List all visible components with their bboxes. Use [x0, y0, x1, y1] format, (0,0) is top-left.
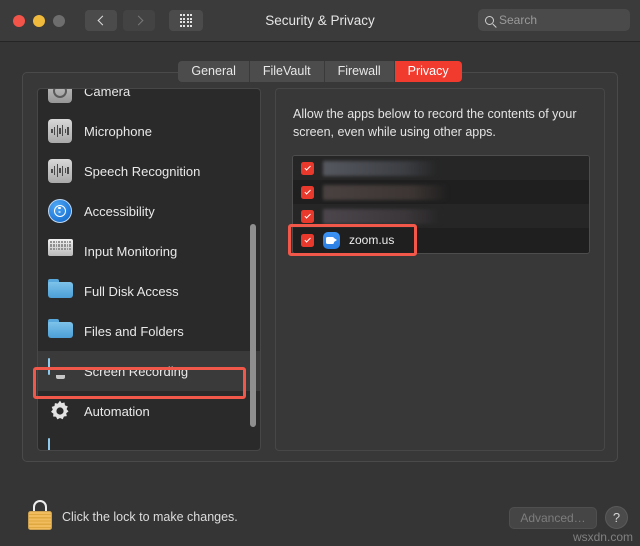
- advanced-button: Advanced…: [509, 507, 597, 529]
- gear-icon: [48, 399, 73, 424]
- camera-icon: [48, 89, 73, 104]
- sidebar-item-full-disk-access[interactable]: Full Disk Access: [38, 271, 260, 311]
- sidebar-item-label: Camera: [84, 88, 131, 99]
- preferences-content: Camera Microphone Speech Recognition Acc…: [22, 72, 618, 462]
- folder-icon: [48, 279, 73, 304]
- accessibility-icon: [48, 198, 73, 224]
- back-button[interactable]: [85, 10, 117, 31]
- show-all-button[interactable]: [169, 10, 203, 31]
- sidebar-item-label: Speech Recognition: [84, 163, 201, 179]
- sidebar-item-speech-recognition[interactable]: Speech Recognition: [38, 151, 260, 191]
- sidebar-item-label: Microphone: [84, 123, 152, 139]
- tab-filevault[interactable]: FileVault: [249, 61, 325, 82]
- app-checkbox[interactable]: [301, 209, 314, 223]
- navigation-buttons: [85, 10, 155, 31]
- app-checkbox[interactable]: [301, 185, 314, 199]
- watermark: wsxdn.com: [572, 530, 633, 544]
- screen-icon: [48, 357, 73, 384]
- chevron-right-icon: [133, 15, 143, 26]
- list-item[interactable]: [293, 180, 589, 204]
- security-privacy-window: Security & Privacy Search General FileVa…: [0, 0, 640, 546]
- tab-bar: General FileVault Firewall Privacy: [0, 61, 640, 82]
- tab-firewall[interactable]: Firewall: [324, 61, 395, 82]
- list-item[interactable]: [293, 204, 589, 228]
- app-checkbox[interactable]: [301, 233, 314, 247]
- sidebar-item-files-and-folders[interactable]: Files and Folders: [38, 311, 260, 351]
- keyboard-icon: [48, 238, 73, 264]
- lock-hint-text: Click the lock to make changes.: [62, 510, 238, 524]
- chevron-left-icon: [97, 15, 107, 26]
- panel-description: Allow the apps below to record the conte…: [293, 107, 577, 140]
- screen-icon: [48, 437, 73, 450]
- screen-recording-panel: Allow the apps below to record the conte…: [275, 88, 605, 451]
- sidebar-item-screen-recording[interactable]: Screen Recording: [38, 351, 260, 391]
- sidebar-item-label: Full Disk Access: [84, 283, 179, 299]
- tab-privacy[interactable]: Privacy: [394, 61, 462, 82]
- allowed-apps-list[interactable]: zoom.us: [292, 155, 590, 254]
- sidebar-item-label: Automation: [84, 403, 150, 419]
- list-item[interactable]: [293, 156, 589, 180]
- sidebar-scrollbar[interactable]: [250, 224, 256, 427]
- microphone-icon: [48, 118, 73, 144]
- app-checkbox[interactable]: [301, 161, 314, 175]
- app-name-label: zoom.us: [349, 233, 395, 247]
- list-item-zoom-us[interactable]: zoom.us: [293, 228, 589, 252]
- search-placeholder: Search: [499, 13, 538, 27]
- privacy-category-list: Camera Microphone Speech Recognition Acc…: [38, 88, 260, 450]
- sidebar-item-label: Screen Recording: [84, 363, 189, 379]
- redacted-app-name: [323, 160, 437, 176]
- tab-general[interactable]: General: [178, 61, 250, 82]
- minimize-button[interactable]: [33, 14, 45, 27]
- traffic-lights: [13, 14, 65, 27]
- sidebar-item-label: Accessibility: [84, 203, 155, 219]
- sidebar-item-label: Input Monitoring: [84, 243, 178, 259]
- sidebar-item-label: Files and Folders: [84, 323, 184, 339]
- sidebar-item-accessibility[interactable]: Accessibility: [38, 191, 260, 231]
- help-button[interactable]: ?: [605, 506, 628, 529]
- redacted-app-name: [323, 208, 441, 224]
- sidebar-item-camera[interactable]: Camera: [38, 88, 260, 111]
- zoom-button: [53, 14, 65, 27]
- sidebar-item-microphone[interactable]: Microphone: [38, 111, 260, 151]
- show-all-grid-icon: [179, 14, 193, 27]
- sidebar-item-automation[interactable]: Automation: [38, 391, 260, 431]
- sidebar-item-input-monitoring[interactable]: Input Monitoring: [38, 231, 260, 271]
- search-icon: [485, 15, 494, 25]
- forward-button: [123, 10, 155, 31]
- redacted-app-name: [323, 184, 447, 200]
- privacy-category-sidebar[interactable]: Camera Microphone Speech Recognition Acc…: [37, 88, 261, 451]
- padlock-locked-icon[interactable]: [28, 500, 52, 530]
- close-button[interactable]: [13, 14, 25, 27]
- window-titlebar: Security & Privacy Search: [0, 0, 640, 42]
- sidebar-item-partial[interactable]: [38, 431, 260, 450]
- folder-icon: [48, 319, 73, 344]
- search-field[interactable]: Search: [478, 9, 630, 31]
- speech-recognition-icon: [48, 158, 73, 184]
- zoom-app-icon: [323, 231, 340, 249]
